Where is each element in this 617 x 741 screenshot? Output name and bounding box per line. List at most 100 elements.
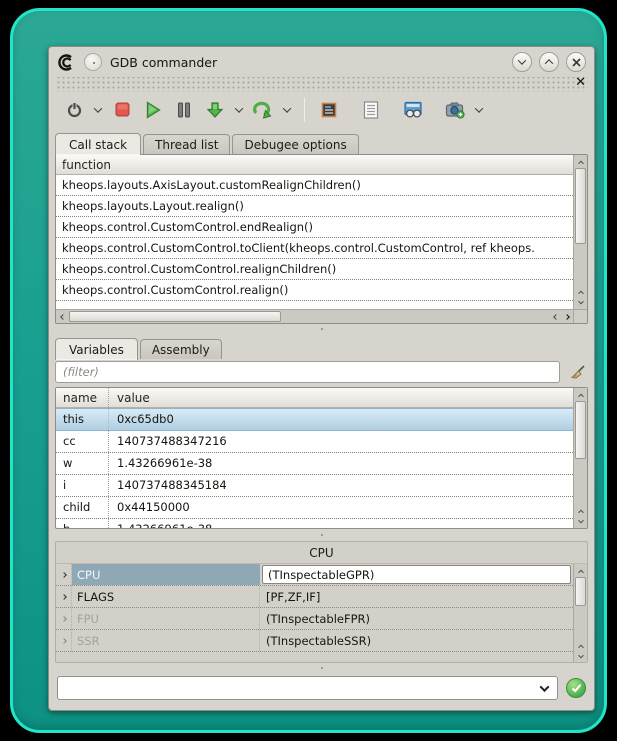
expand-icon[interactable] xyxy=(56,608,72,629)
vars-tabbar: Variables Assembly xyxy=(49,334,594,359)
close-icon xyxy=(572,58,581,67)
column-value[interactable]: value xyxy=(109,388,573,407)
stack-frame-row[interactable]: kheops.layouts.AxisLayout.customRealignC… xyxy=(56,175,573,196)
stack-frame-row[interactable]: kheops.layouts.Layout.realign() xyxy=(56,196,573,217)
chip-icon xyxy=(320,101,338,119)
camera-plus-icon xyxy=(445,101,465,119)
panel-splitter[interactable] xyxy=(49,529,594,541)
call-stack-panel: function kheops.layouts.AxisLayout.custo… xyxy=(55,154,588,324)
variable-row[interactable]: this 0xc65db0 xyxy=(56,408,573,431)
snapshot-button[interactable] xyxy=(442,97,468,123)
stack-frame-row[interactable]: kheops.control.CustomControl.endRealign(… xyxy=(56,217,573,238)
scrollbar-corner xyxy=(573,309,587,323)
snapshot-dropdown[interactable] xyxy=(473,97,485,123)
continue-dropdown[interactable] xyxy=(281,97,293,123)
stack-horizontal-scrollbar[interactable] xyxy=(56,309,573,323)
dock-frame: GDB commander ✕ xyxy=(10,8,607,733)
dock-grip[interactable]: ✕ xyxy=(55,77,588,92)
expand-icon[interactable] xyxy=(56,564,72,585)
scroll-down-icon[interactable] xyxy=(574,297,587,309)
filter-input[interactable] xyxy=(55,361,560,383)
run-button[interactable] xyxy=(140,97,166,123)
dock-close-button[interactable]: ✕ xyxy=(575,75,586,90)
tab-debugee-options[interactable]: Debugee options xyxy=(232,134,358,154)
cpu-register-row[interactable]: CPU (TInspectableGPR) xyxy=(56,564,573,586)
scrollbar-thumb[interactable] xyxy=(575,168,586,244)
column-name[interactable]: name xyxy=(56,388,109,407)
tab-variables[interactable]: Variables xyxy=(55,338,138,360)
watch-icon xyxy=(403,101,423,119)
pause-icon xyxy=(177,102,191,118)
stack-vertical-scrollbar[interactable] xyxy=(573,155,587,309)
scroll-right-icon[interactable] xyxy=(561,310,573,323)
variable-row[interactable]: b 1.43266961e-38 xyxy=(56,519,573,528)
vars-vertical-scrollbar[interactable] xyxy=(573,388,587,528)
variable-row[interactable]: cc 140737488347216 xyxy=(56,431,573,453)
gdb-command-combobox[interactable] xyxy=(57,676,558,700)
watch-button[interactable] xyxy=(400,97,426,123)
app-logo-icon xyxy=(57,53,76,72)
scroll-left-icon[interactable] xyxy=(56,310,69,323)
document-icon xyxy=(363,101,379,119)
clear-filter-button[interactable] xyxy=(566,361,588,383)
cpu-register-row[interactable]: FPU (TInspectableFPR) xyxy=(56,608,573,630)
variables-header: name value xyxy=(56,388,573,408)
tab-call-stack[interactable]: Call stack xyxy=(55,133,141,155)
step-dropdown[interactable] xyxy=(233,97,245,123)
scroll-up-icon[interactable] xyxy=(574,388,587,401)
continue-button[interactable] xyxy=(250,97,276,123)
stack-column-header[interactable]: function xyxy=(56,155,573,175)
scroll-down-icon[interactable] xyxy=(574,651,587,662)
power-dropdown[interactable] xyxy=(92,97,104,123)
close-button[interactable] xyxy=(566,52,586,72)
chevron-down-icon xyxy=(540,682,550,692)
register-value-editor[interactable]: (TInspectableGPR) xyxy=(262,565,571,584)
cpu-inspector: CPU CPU (TInspectableGPR) FLAGS [PF,ZF,I… xyxy=(55,541,588,663)
debug-toolbar xyxy=(49,92,594,129)
chevron-down-icon xyxy=(283,104,291,112)
gdb-commander-window: GDB commander ✕ xyxy=(48,46,595,711)
tab-thread-list[interactable]: Thread list xyxy=(143,134,230,154)
command-bar xyxy=(49,672,594,708)
variable-row[interactable]: w 1.43266961e-38 xyxy=(56,453,573,475)
check-icon xyxy=(571,683,582,693)
scroll-up-icon[interactable] xyxy=(574,505,587,516)
stop-icon xyxy=(115,102,130,117)
scroll-down-icon[interactable] xyxy=(574,516,587,528)
scroll-left-icon[interactable] xyxy=(550,310,561,323)
scroll-up-icon[interactable] xyxy=(574,155,587,168)
stop-button[interactable] xyxy=(109,97,135,123)
shade-button[interactable] xyxy=(512,52,532,72)
cpu-view-button[interactable] xyxy=(316,97,342,123)
tab-assembly[interactable]: Assembly xyxy=(140,339,222,359)
expand-icon[interactable] xyxy=(56,630,72,651)
scroll-up-icon[interactable] xyxy=(574,564,587,577)
power-button[interactable] xyxy=(61,97,87,123)
variable-row[interactable]: i 140737488345184 xyxy=(56,475,573,497)
stack-frame-row[interactable]: kheops.control.CustomControl.realign() xyxy=(56,280,573,301)
scrollbar-thumb[interactable] xyxy=(575,401,586,459)
titlebar[interactable]: GDB commander xyxy=(49,47,594,77)
stack-frame-row[interactable]: kheops.control.CustomControl.realignChil… xyxy=(56,259,573,280)
scrollbar-thumb[interactable] xyxy=(69,311,281,322)
send-command-button[interactable] xyxy=(566,678,586,698)
stack-frame-row[interactable]: kheops.control.CustomControl.toClient(kh… xyxy=(56,238,573,259)
panel-splitter[interactable] xyxy=(49,324,594,334)
expand-icon[interactable] xyxy=(56,586,72,607)
window-title: GDB commander xyxy=(110,55,504,70)
cpu-register-row[interactable]: SSR (TInspectableSSR) xyxy=(56,630,573,652)
unshade-button[interactable] xyxy=(539,52,559,72)
scroll-up-icon[interactable] xyxy=(574,641,587,651)
variable-row[interactable]: child 0x44150000 xyxy=(56,497,573,519)
messages-button[interactable] xyxy=(358,97,384,123)
stack-tabbar: Call stack Thread list Debugee options xyxy=(49,129,594,154)
step-button[interactable] xyxy=(202,97,228,123)
chevron-up-icon xyxy=(545,59,553,67)
pause-button[interactable] xyxy=(171,97,197,123)
scroll-up-icon[interactable] xyxy=(574,286,587,297)
cpu-register-row[interactable]: FLAGS [PF,ZF,IF] xyxy=(56,586,573,608)
cpu-panel-title: CPU xyxy=(56,542,587,563)
window-menu-button[interactable] xyxy=(84,53,102,71)
cpu-vertical-scrollbar[interactable] xyxy=(573,564,587,662)
scrollbar-thumb[interactable] xyxy=(575,577,586,606)
